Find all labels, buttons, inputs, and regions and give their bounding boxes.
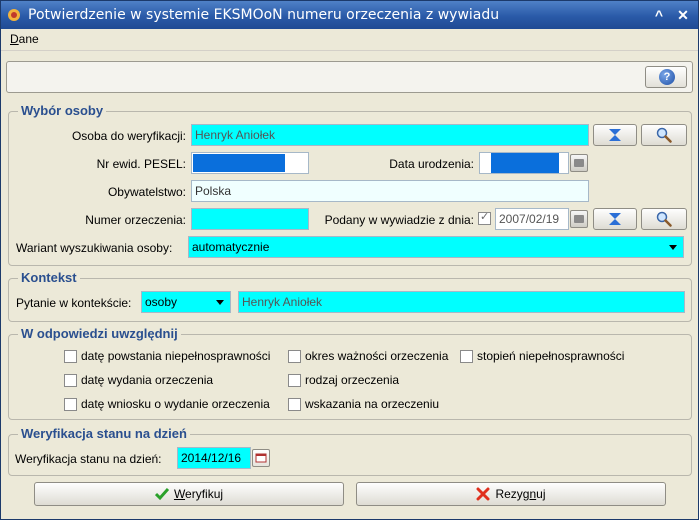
checkbox-okres-waznosci[interactable] — [288, 350, 301, 363]
menu-dane[interactable]: Dane — [10, 32, 39, 46]
weryfikacja-calendar-button[interactable] — [252, 449, 270, 467]
clear-icon — [609, 129, 621, 141]
rezygnuj-label: Rezygnuj — [495, 487, 545, 501]
clear-icon — [609, 213, 621, 225]
weryfikuj-mnemonic: W — [173, 487, 186, 501]
chevron-down-icon — [216, 300, 224, 305]
label-stopien: stopień niepełnosprawności — [477, 349, 625, 363]
weryfikuj-rest: eryfikuj — [185, 487, 224, 501]
group-title-odpowiedz: W odpowiedzi uwzględnij — [18, 326, 181, 341]
pytanie-label: Pytanie w kontekście: — [16, 296, 132, 310]
collapse-button[interactable]: ^ — [649, 5, 669, 25]
rezygnuj-button[interactable]: Rezygnuj — [356, 482, 666, 506]
toolbar-panel: ? — [6, 61, 693, 93]
label-wskazania: wskazania na orzeczeniu — [305, 397, 440, 411]
data-urodzenia-redacted-value — [491, 153, 559, 173]
checkbox-stopien[interactable] — [460, 350, 473, 363]
osoba-label: Osoba do weryfikacji: — [71, 129, 186, 143]
menu-dane-mnemonic: D — [10, 32, 19, 46]
checkmark-icon — [154, 488, 169, 501]
wariant-select[interactable]: automatycznie — [188, 236, 684, 258]
label-okres-waznosci: okres ważności orzeczenia — [305, 349, 449, 363]
calendar-icon — [574, 159, 584, 167]
label-data-powstania: datę powstania niepełnosprawności — [81, 349, 271, 363]
weryfikuj-button[interactable]: Weryfikuj — [34, 482, 344, 506]
search-osoba-button[interactable] — [641, 124, 687, 146]
dialog-window: Potwierdzenie w systemie EKSMOoN numeru … — [0, 0, 699, 520]
weryfikacja-date-field[interactable]: 2014/12/16 — [177, 447, 251, 469]
podany-checkbox[interactable] — [478, 210, 491, 225]
numer-orzeczenia-label: Numer orzeczenia: — [85, 213, 186, 227]
pesel-field[interactable] — [191, 152, 309, 174]
clear-orzeczenie-button[interactable] — [593, 208, 637, 230]
data-urodzenia-calendar-button[interactable] — [570, 154, 588, 172]
help-icon: ? — [659, 69, 675, 85]
osoba-field[interactable]: Henryk Aniołek — [191, 124, 589, 146]
weryfikuj-label: Weryfikuj — [174, 487, 223, 501]
wariant-value: automatycznie — [192, 240, 270, 254]
pytanie-select[interactable]: osoby — [141, 291, 231, 313]
podany-calendar-button[interactable] — [570, 210, 588, 228]
close-button[interactable]: ✕ — [673, 5, 693, 25]
calendar-icon — [574, 215, 584, 223]
chevron-down-icon — [669, 245, 677, 250]
pesel-label: Nr ewid. PESEL: — [96, 157, 186, 171]
data-urodzenia-label: Data urodzenia: — [389, 157, 474, 171]
group-title-kontekst: Kontekst — [18, 270, 80, 285]
group-title-weryfikacja: Weryfikacja stanu na dzień — [18, 426, 190, 441]
app-icon — [8, 9, 20, 21]
search-icon — [656, 211, 672, 227]
rezygnuj-pre: Rezyg — [495, 487, 530, 501]
pytanie-text-field[interactable]: Henryk Aniołek — [238, 291, 685, 313]
label-data-wniosku: datę wniosku o wydanie orzeczenia — [81, 397, 270, 411]
numer-orzeczenia-field[interactable] — [191, 208, 309, 230]
rezygnuj-post: uj — [536, 487, 546, 501]
pesel-redacted-value — [193, 154, 285, 172]
checkbox-data-powstania[interactable] — [64, 350, 77, 363]
data-urodzenia-field[interactable] — [479, 152, 569, 174]
calendar-icon — [255, 453, 267, 463]
checkbox-wskazania[interactable] — [288, 398, 301, 411]
menu-dane-rest: ane — [18, 32, 39, 46]
window-title: Potwierdzenie w systemie EKSMOoN numeru … — [28, 7, 500, 23]
help-button[interactable]: ? — [645, 66, 687, 88]
wariant-label: Wariant wyszukiwania osoby: — [16, 241, 173, 255]
label-rodzaj: rodzaj orzeczenia — [305, 373, 400, 387]
checkbox-data-wniosku[interactable] — [64, 398, 77, 411]
menu-bar: Dane — [1, 29, 698, 51]
pytanie-value: osoby — [145, 295, 178, 309]
search-orzeczenie-button[interactable] — [641, 208, 687, 230]
podany-label: Podany w wywiadzie z dnia: — [324, 213, 474, 227]
checkbox-data-wydania[interactable] — [64, 374, 77, 387]
checkbox-rodzaj[interactable] — [288, 374, 301, 387]
obywatelstwo-label: Obywatelstwo: — [107, 185, 186, 199]
clear-osoba-button[interactable] — [593, 124, 637, 146]
group-title-wybor-osoby: Wybór osoby — [18, 103, 107, 118]
podany-date-field[interactable]: 2007/02/19 — [495, 208, 569, 230]
cancel-x-icon — [476, 487, 490, 501]
title-bar[interactable]: Potwierdzenie w systemie EKSMOoN numeru … — [1, 1, 698, 29]
weryfikacja-label: Weryfikacja stanu na dzień: — [15, 452, 162, 466]
search-icon — [656, 127, 672, 143]
obywatelstwo-field[interactable]: Polska — [191, 180, 589, 202]
label-data-wydania: datę wydania orzeczenia — [81, 373, 214, 387]
